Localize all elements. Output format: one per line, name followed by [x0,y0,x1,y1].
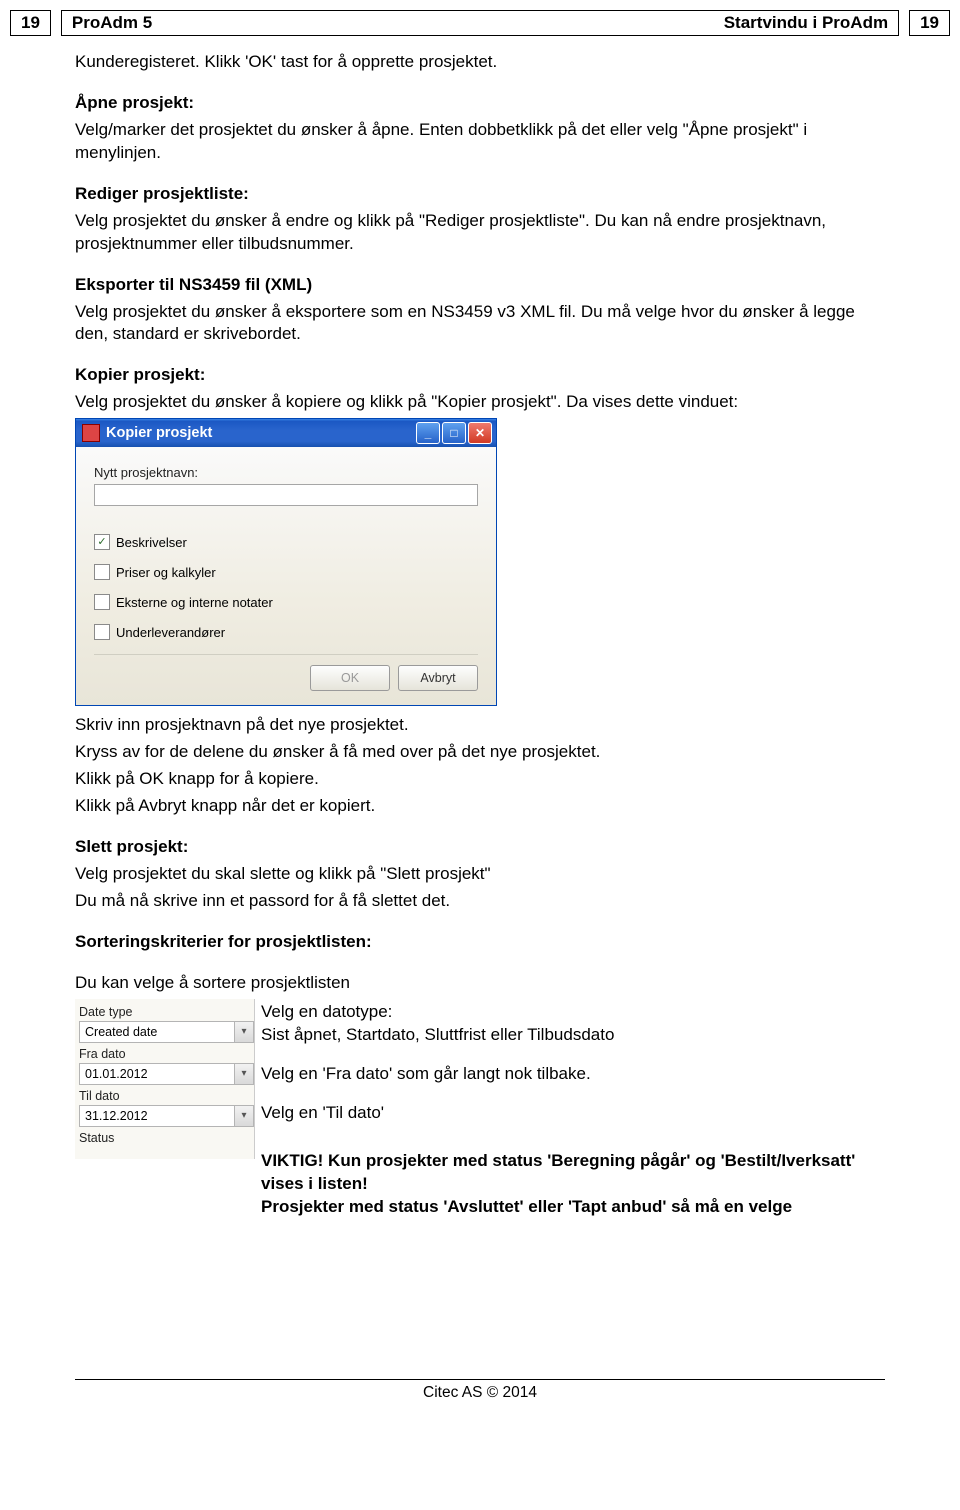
dialog-titlebar[interactable]: Kopier prosjekt _ □ ✕ [76,419,496,447]
dialog-title: Kopier prosjekt [106,425,212,441]
check-icon [94,594,110,610]
checkbox-notater[interactable]: Eksterne og interne notater [94,594,478,610]
chevron-down-icon: ▾ [234,1064,253,1084]
text-line: Velg en 'Fra dato' som går langt nok til… [261,1063,885,1086]
important-line: Prosjekter med status 'Avsluttet' eller … [261,1196,885,1219]
cancel-button[interactable]: Avbryt [398,665,478,691]
export-heading: Eksporter til NS3459 fil (XML) [75,274,885,297]
to-date-select[interactable]: 31.12.2012 ▾ [79,1105,254,1127]
text-line: Velg en 'Til dato' [261,1102,885,1125]
edit-text: Velg prosjektet du ønsker å endre og kli… [75,210,885,256]
copy-text: Velg prosjektet du ønsker å kopiere og k… [75,391,885,414]
maximize-icon[interactable]: □ [442,422,466,444]
page-num-right: 19 [909,10,950,36]
from-label: Fra dato [79,1047,254,1061]
datetype-label: Date type [79,1005,254,1019]
chevron-down-icon: ▾ [234,1106,253,1126]
projectname-label: Nytt prosjektnavn: [94,465,478,480]
sort-heading: Sorteringskriterier for prosjektlisten: [75,931,885,954]
footer-text: Citec AS © 2014 [0,1380,960,1422]
copy-heading: Kopier prosjekt: [75,364,885,387]
page-header: 19 ProAdm 5 Startvindu i ProAdm 19 [10,10,950,36]
checkbox-underlev[interactable]: Underleverandører [94,624,478,640]
edit-heading: Rediger prosjektliste: [75,183,885,206]
minimize-icon[interactable]: _ [416,422,440,444]
text-line: Klikk på OK knapp for å kopiere. [75,768,885,791]
open-text: Velg/marker det prosjektet du ønsker å å… [75,119,885,165]
filters-panel: Date type Created date ▾ Fra dato 01.01.… [75,999,255,1159]
text-line: Velg prosjektet du skal slette og klikk … [75,863,885,886]
page-num-left: 19 [10,10,51,36]
sort-intro: Du kan velge å sortere prosjektlisten [75,972,885,995]
chevron-down-icon: ▾ [234,1022,253,1042]
check-icon [94,564,110,580]
app-name: ProAdm 5 [72,13,152,33]
check-icon: ✓ [94,534,110,550]
text-line: Kryss av for de delene du ønsker å få me… [75,741,885,764]
to-label: Til dato [79,1089,254,1103]
text-line: Velg en datotype: [261,1001,885,1024]
ok-button[interactable]: OK [310,665,390,691]
app-icon [82,424,100,442]
copy-project-dialog: Kopier prosjekt _ □ ✕ Nytt prosjektnavn:… [75,418,497,706]
status-label: Status [79,1131,254,1145]
important-line: VIKTIG! Kun prosjekter med status 'Bereg… [261,1150,885,1196]
text-line: Du må nå skrive inn et passord for å få … [75,890,885,913]
open-heading: Åpne prosjekt: [75,92,885,115]
checkbox-beskrivelser[interactable]: ✓ Beskrivelser [94,534,478,550]
close-icon[interactable]: ✕ [468,422,492,444]
text-line: Sist åpnet, Startdato, Sluttfrist eller … [261,1024,885,1047]
export-text: Velg prosjektet du ønsker å eksportere s… [75,301,885,347]
check-icon [94,624,110,640]
text-line: Klikk på Avbryt knapp når det er kopiert… [75,795,885,818]
section-title: Startvindu i ProAdm [724,13,888,33]
delete-heading: Slett prosjekt: [75,836,885,859]
text-line: Kunderegisteret. Klikk 'OK' tast for å o… [75,51,885,74]
checkbox-priser[interactable]: Priser og kalkyler [94,564,478,580]
from-date-select[interactable]: 01.01.2012 ▾ [79,1063,254,1085]
datetype-select[interactable]: Created date ▾ [79,1021,254,1043]
projectname-input[interactable] [94,484,478,506]
text-line: Skriv inn prosjektnavn på det nye prosje… [75,714,885,737]
